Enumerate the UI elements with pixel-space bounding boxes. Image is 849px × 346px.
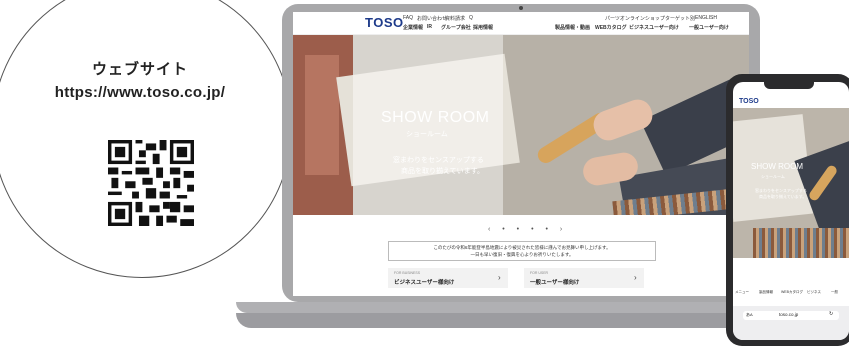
phone-hero-title: SHOW ROOM (751, 162, 803, 171)
laptop-base (236, 302, 808, 313)
top-link-english[interactable]: ENGLISH (695, 15, 717, 21)
card-business-label: ビジネスユーザー様向け (394, 280, 455, 286)
phone-toso-logo[interactable]: TOSO (739, 98, 759, 105)
qr-code-icon (108, 140, 194, 226)
nav-group[interactable]: グループ会社 (441, 24, 471, 31)
phone-hero-line2: 商品を取り揃えています。 (759, 194, 807, 199)
card-general-label: 一般ユーザー様向け (530, 280, 580, 286)
phone-hero[interactable]: SHOW ROOM ショールーム 窓まわりをセンスアップする 商品を取り揃えてい… (733, 108, 849, 258)
notice-box: このたびの令和6年能登半島地震により被災された皆様に謹んでお見舞い申し上げます。… (388, 241, 656, 261)
laptop-base-shadow (236, 313, 796, 328)
top-link-faq[interactable]: FAQ (403, 15, 413, 21)
nav-recruit[interactable]: 採用情報 (473, 24, 493, 31)
nav-business[interactable]: ビジネスユーザー向け (629, 24, 679, 31)
text-size-button[interactable]: あA (746, 312, 753, 318)
phone-hero-subtitle: ショールーム (761, 174, 785, 179)
top-link-target[interactable]: ターゲット別 (665, 15, 695, 22)
notice-line1: このたびの令和6年能登半島地震により被災された皆様に謹んでお見舞い申し上げます。 (433, 245, 611, 250)
top-link-catalog-request[interactable]: 資料請求 (445, 15, 465, 22)
nav-web-catalog[interactable]: WEBカタログ (595, 24, 627, 31)
phone-hero-swatches (753, 228, 849, 258)
search-icon[interactable]: Q (469, 15, 473, 21)
hero-text-line2: 商品を取り揃えています。 (401, 168, 484, 175)
top-link-contact[interactable]: お問い合わせ (417, 15, 447, 22)
website-info-circle (0, 0, 292, 278)
nav-company[interactable]: 企業情報 (403, 24, 423, 31)
toso-logo[interactable]: TOSO (365, 15, 404, 30)
phone-url-bar[interactable]: あA toso.co.jp ↻ (743, 311, 839, 320)
hero-title: SHOW ROOM (381, 109, 490, 126)
hero-subtitle: ショールーム (406, 131, 448, 138)
laptop-screen: TOSO FAQ お問い合わせ 資料請求 Q パーツオンラインショップ ターゲッ… (293, 12, 749, 296)
phone-notch (764, 82, 814, 89)
chevron-right-icon: › (498, 273, 501, 282)
camera-icon (519, 6, 523, 10)
nav-ir[interactable]: IR (427, 24, 432, 30)
site-header: TOSO FAQ お問い合わせ 資料請求 Q パーツオンラインショップ ターゲッ… (293, 12, 749, 35)
notice-line2: 一日も早い復旧・復興を心よりお祈りいたします。 (470, 252, 574, 257)
phone-bottom-menu: メニュー 製品情報 WEBカタログ ビジネス 一般 (733, 282, 849, 304)
phone-menu-item[interactable]: メニュー (735, 290, 749, 295)
phone-browser-bar: あA toso.co.jp ↻ (733, 306, 849, 340)
card-general[interactable]: FOR USER 一般ユーザー様向け › (524, 268, 644, 288)
phone-menu-item[interactable]: 一般 (831, 290, 838, 295)
carousel-pager[interactable]: ‹ • • • • › (488, 226, 567, 233)
phone-menu-item[interactable]: ビジネス (807, 290, 821, 295)
phone-menu-item[interactable]: 製品情報 (759, 290, 773, 295)
hero-image-hand (589, 95, 657, 145)
nav-general[interactable]: 一般ユーザー向け (689, 24, 729, 31)
top-link-parts-shop[interactable]: パーツオンラインショップ (605, 15, 665, 22)
hero-text-line1: 窓まわりをセンスアップする (393, 157, 484, 164)
phone-url-text: toso.co.jp (779, 312, 799, 317)
hero-banner[interactable]: SHOW ROOM ショールーム 窓まわりをセンスアップする 商品を取り揃えてい… (293, 35, 749, 215)
hero-image-curtain-fold (305, 55, 339, 175)
card-general-small: FOR USER (530, 271, 549, 275)
card-business[interactable]: FOR BUSINESS ビジネスユーザー様向け › (388, 268, 508, 288)
nav-products[interactable]: 製品情報・動画 (555, 24, 590, 31)
phone-screen: TOSO SHOW ROOM ショールーム 窓まわりをセンスアップする 商品を取… (733, 82, 849, 340)
reload-icon[interactable]: ↻ (829, 311, 833, 317)
chevron-right-icon: › (634, 273, 637, 282)
phone-menu-item[interactable]: WEBカタログ (781, 290, 803, 295)
card-business-small: FOR BUSINESS (394, 271, 421, 275)
website-label: ウェブサイト (91, 61, 188, 78)
website-url[interactable]: https://www.toso.co.jp/ (0, 84, 280, 101)
